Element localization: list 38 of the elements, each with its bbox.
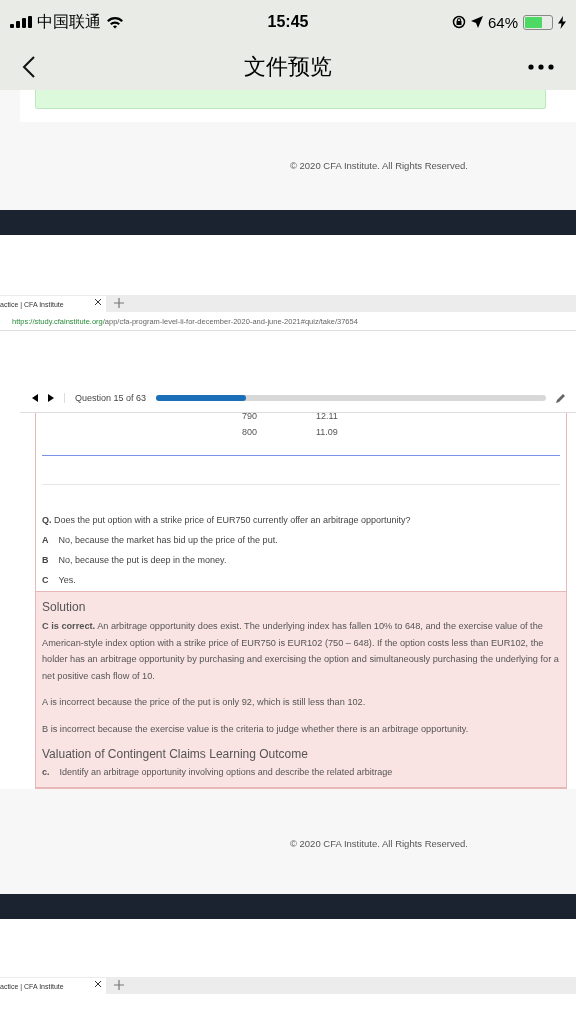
outcome-letter: c. xyxy=(42,767,50,777)
rotation-lock-icon xyxy=(451,15,466,29)
new-tab-icon[interactable] xyxy=(114,298,124,308)
progress-track[interactable] xyxy=(156,394,547,401)
wifi-icon xyxy=(106,15,124,29)
new-tab-icon[interactable] xyxy=(114,980,124,990)
answer-option[interactable]: A No, because the market has bid up the price of the put. xyxy=(42,535,560,545)
page-title: 文件预览 xyxy=(244,53,332,81)
carrier-name: 中国联通 xyxy=(37,11,101,32)
next-icon[interactable] xyxy=(48,393,54,402)
outcome-text: Identify an arbitrage opportunity involving options and describe the related arbitrage xyxy=(59,767,393,777)
table-cell-text: 11.09 xyxy=(316,427,339,437)
clock-time: 15:45 xyxy=(267,13,309,31)
copyright-text: © 2020 CFA Institute. All Rights Reserved. xyxy=(289,838,468,849)
close-icon[interactable] xyxy=(95,299,101,305)
solution-paragraph: A is incorrect because the price of the put is only 92, which is still less than 102. xyxy=(42,696,367,709)
copyright-text: © 2020 CFA Institute. All Rights Reserved. xyxy=(289,160,468,171)
location-arrow-icon xyxy=(470,16,483,28)
back-icon[interactable] xyxy=(22,55,36,79)
table-cell-text: 12.11 xyxy=(316,413,339,421)
solution-paragraph: C is correct. An arbitrage opportunity does exist. The underlying index has fallen 10% to 648, and the exercise value of the American-style index option with a strike price of EUR750 is EUR102 (750 – 648). If the option costs less than EUR102, the holder has an arbitrage opportunity by purchasing and exercising the option and simultaneously purchasing the underlying for a net positive cash flow of 10. xyxy=(42,620,560,683)
battery-icon xyxy=(523,14,553,30)
battery-percent: 64% xyxy=(487,13,518,31)
question-text: Q. Does the put option with a strike price of EUR750 currently offer an arbitrage opportunity? xyxy=(42,515,412,525)
more-icon[interactable] xyxy=(528,64,554,70)
table-cell-text: 800 xyxy=(242,427,259,437)
previous-icon[interactable] xyxy=(32,393,38,402)
close-icon[interactable] xyxy=(95,981,101,987)
solution-paragraph: B is incorrect because the exercise value is the criteria to judge whether there is an arbitrage opportunity. xyxy=(42,722,470,736)
charging-bolt-icon xyxy=(558,15,566,29)
signal-icon xyxy=(10,16,32,28)
table-cell-text: 790 xyxy=(242,413,259,421)
answer-option[interactable]: B No, because the put is deep in the money. xyxy=(42,555,560,565)
pencil-icon[interactable] xyxy=(556,392,567,403)
outcome-title: Valuation of Contingent Claims Learning Outcome xyxy=(42,747,309,761)
answer-option[interactable]: C Yes. xyxy=(42,575,560,585)
solution-title: Solution xyxy=(42,600,87,614)
question-counter: Question 15 of 63 xyxy=(64,392,147,403)
